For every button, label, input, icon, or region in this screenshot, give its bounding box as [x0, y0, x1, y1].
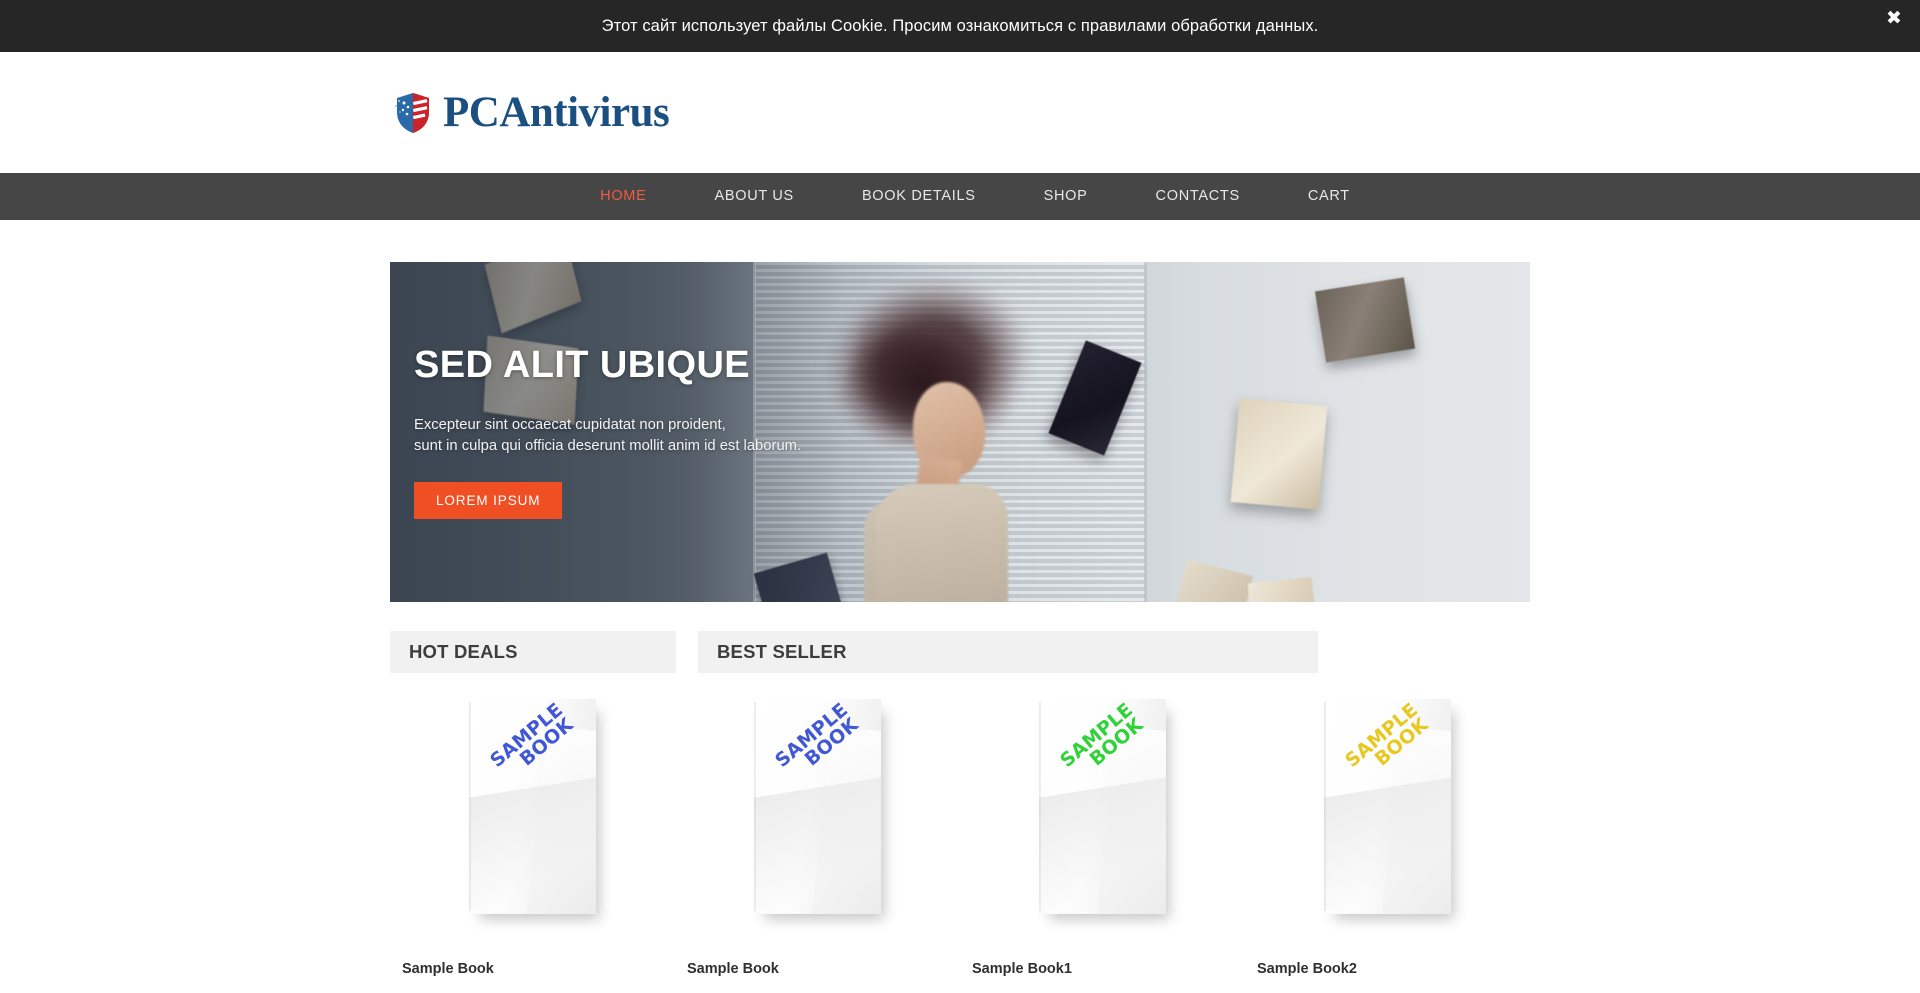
page-content: SED ALIT UBIQUE Excepteur sint occaecat … [390, 262, 1530, 977]
book-cover: SAMPLE BOOK [1324, 699, 1451, 914]
product-card[interactable]: SAMPLE BOOK Sample Book2 [1245, 699, 1530, 977]
hero-subtitle-line-1: Excepteur sint occaecat cupidatat non pr… [414, 416, 726, 433]
hero-title: SED ALIT UBIQUE [414, 344, 751, 387]
cookie-consent-message: Этот сайт использует файлы Cookie. Проси… [601, 16, 1319, 35]
product-cover-image[interactable]: SAMPLE BOOK [960, 699, 1245, 959]
section-header-hot-deals: HOT DEALS [390, 631, 676, 673]
hero-banner: SED ALIT UBIQUE Excepteur sint occaecat … [390, 262, 1530, 602]
book-cover: SAMPLE BOOK [754, 699, 881, 914]
nav-item-cart[interactable]: CART [1274, 173, 1384, 220]
main-navigation: HOME ABOUT US BOOK DETAILS SHOP CONTACTS… [0, 173, 1920, 220]
product-cover-image[interactable]: SAMPLE BOOK [675, 699, 960, 959]
section-title-hot-deals: HOT DEALS [409, 641, 518, 662]
book-cover: SAMPLE BOOK [1039, 699, 1166, 914]
section-title-best-seller: BEST SELLER [717, 641, 847, 662]
nav-item-book-details[interactable]: BOOK DETAILS [828, 173, 1010, 220]
hero-subtitle: Excepteur sint occaecat cupidatat non pr… [414, 415, 801, 458]
product-cover-image[interactable]: SAMPLE BOOK [1245, 699, 1530, 959]
nav-list: HOME ABOUT US BOOK DETAILS SHOP CONTACTS… [536, 173, 1384, 220]
product-card[interactable]: SAMPLE BOOK Sample Book [390, 699, 675, 977]
product-title[interactable]: Sample Book [390, 961, 675, 977]
hero-cta-button[interactable]: LOREM IPSUM [414, 481, 563, 519]
nav-item-home[interactable]: HOME [566, 173, 680, 220]
shield-logo-icon [395, 92, 429, 133]
product-title[interactable]: Sample Book [675, 961, 960, 977]
logo-link[interactable]: PCAntivirus [394, 89, 670, 136]
nav-item-shop[interactable]: SHOP [1010, 173, 1122, 220]
nav-item-contacts[interactable]: CONTACTS [1122, 173, 1274, 220]
close-icon[interactable]: ✖ [1880, 4, 1908, 32]
nav-item-about-us[interactable]: ABOUT US [680, 173, 827, 220]
section-headings-row: HOT DEALS BEST SELLER [390, 631, 1530, 673]
product-title[interactable]: Sample Book1 [960, 961, 1245, 977]
product-card[interactable]: SAMPLE BOOK Sample Book1 [960, 699, 1245, 977]
product-cover-image[interactable]: SAMPLE BOOK [390, 699, 675, 959]
hero-content: SED ALIT UBIQUE Excepteur sint occaecat … [414, 262, 801, 602]
cookie-consent-bar: Этот сайт использует файлы Cookie. Проси… [0, 0, 1920, 52]
logo-text: PCAntivirus [443, 89, 670, 136]
book-cover: SAMPLE BOOK [469, 699, 596, 914]
product-grid: SAMPLE BOOK Sample Book SAMPLE BOOK Samp… [390, 699, 1530, 977]
product-title[interactable]: Sample Book2 [1245, 961, 1530, 977]
hero-subtitle-line-2: sunt in culpa qui officia deserunt molli… [414, 438, 802, 455]
section-header-best-seller: BEST SELLER [698, 631, 1318, 673]
product-card[interactable]: SAMPLE BOOK Sample Book [675, 699, 960, 977]
site-header: PCAntivirus [0, 52, 1920, 173]
